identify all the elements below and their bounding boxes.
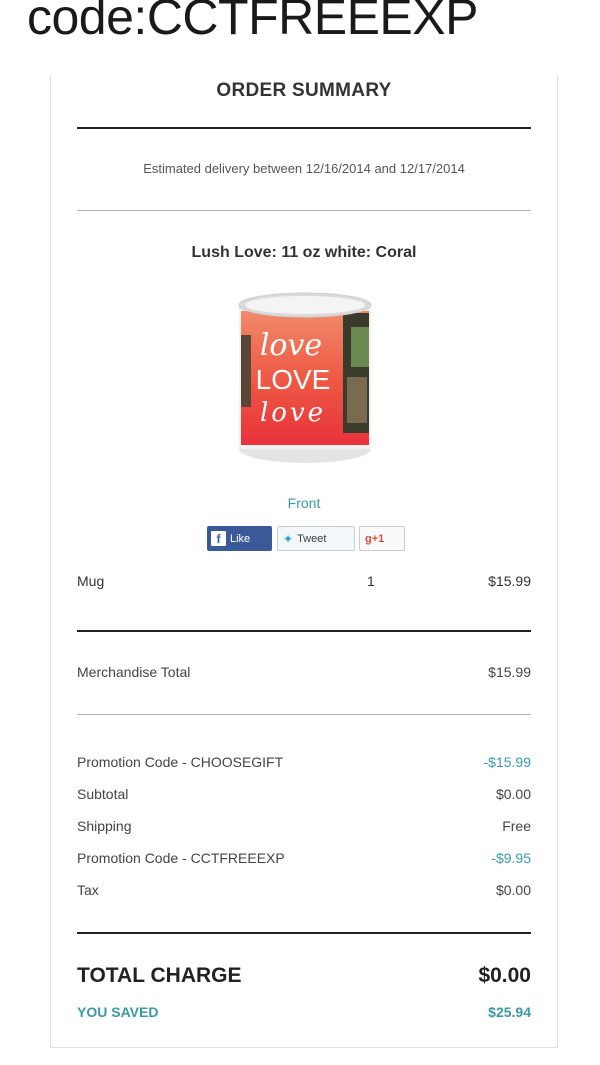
line-item-price: $15.99 (488, 573, 531, 589)
divider (77, 630, 531, 632)
mug-image: love LOVE love (238, 292, 372, 463)
google-plus-button[interactable]: g +1 (359, 526, 405, 551)
charge-label: Shipping (77, 818, 132, 834)
mug-text-1: love (260, 328, 322, 363)
promo-code-banner: code:CCTFREEEXP (27, 0, 478, 45)
google-plus-icon: g (365, 532, 372, 545)
twitter-icon: ✦ (283, 531, 294, 546)
divider (77, 714, 531, 715)
divider (77, 127, 531, 129)
plus-one-label: +1 (371, 532, 385, 545)
line-item-name: Mug (77, 573, 105, 589)
merchandise-total-label: Merchandise Total (77, 664, 191, 680)
charge-value: $0.00 (495, 882, 531, 898)
charge-label: Promotion Code - CHOOSEGIFT (77, 754, 284, 770)
charge-label: Subtotal (77, 786, 129, 802)
charge-label: Tax (77, 882, 99, 898)
order-summary-title: ORDER SUMMARY (216, 80, 392, 101)
total-charge-value: $0.00 (478, 964, 531, 987)
divider (77, 932, 531, 934)
tweet-button[interactable]: ✦ Tweet (277, 526, 355, 551)
facebook-like-button[interactable]: f Like (207, 526, 272, 551)
charge-value: Free (502, 818, 531, 834)
like-label: Like (230, 532, 251, 545)
merchandise-total-value: $15.99 (488, 664, 531, 680)
product-title: Lush Love: 11 oz white: Coral (191, 244, 417, 261)
charge-value: -$15.99 (483, 754, 531, 770)
tweet-label: Tweet (297, 532, 327, 545)
order-summary-panel: ORDER SUMMARY Estimated delivery between… (50, 74, 558, 1048)
divider (77, 210, 531, 211)
charge-value: -$9.95 (491, 850, 531, 866)
line-item-qty: 1 (367, 573, 375, 589)
facebook-icon: f (211, 531, 226, 546)
delivery-estimate: Estimated delivery between 12/16/2014 an… (143, 161, 465, 176)
product-image[interactable]: love LOVE love (233, 287, 377, 473)
charge-label: Promotion Code - CCTFREEEXP (77, 850, 285, 866)
you-saved-label: YOU SAVED (77, 1004, 159, 1020)
total-charge-label: TOTAL CHARGE (77, 964, 242, 987)
you-saved-value: $25.94 (488, 1004, 531, 1020)
view-front-link[interactable]: Front (51, 495, 557, 511)
mug-text-3: love (260, 398, 326, 428)
mug-text-2: LOVE (256, 364, 331, 395)
charge-value: $0.00 (495, 786, 531, 802)
